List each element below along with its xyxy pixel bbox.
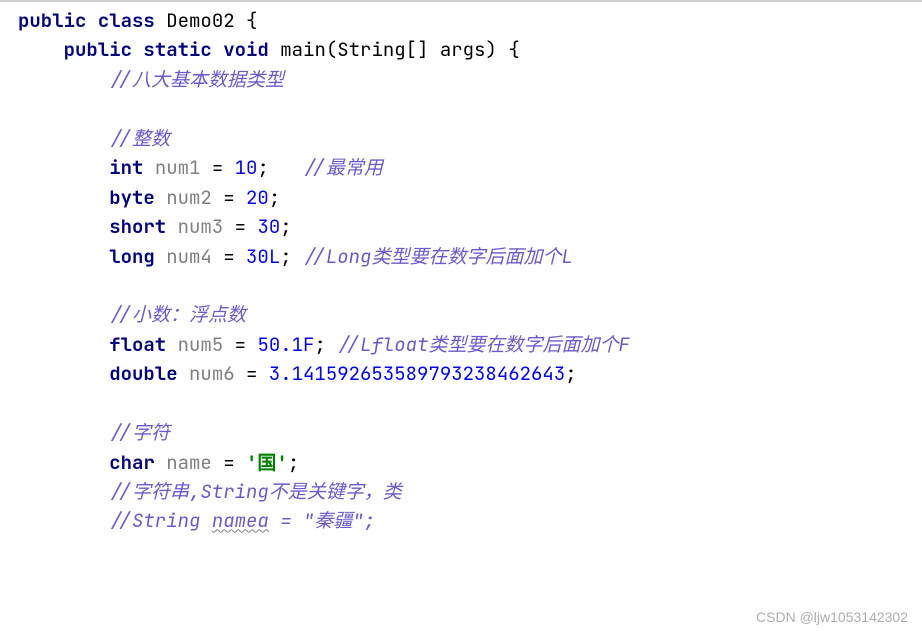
comment-float: //小数：浮点数 (109, 302, 246, 327)
method-params: (String[] args) { (326, 37, 520, 62)
keyword-static: static (143, 37, 211, 62)
comment-var-namea: namea (212, 508, 269, 533)
var-num5: num5 (178, 332, 224, 357)
keyword-int: int (109, 155, 143, 180)
keyword-public: public (64, 37, 132, 62)
comment-long: //Long类型要在数字后面加个L (303, 244, 573, 269)
var-num6: num6 (189, 361, 235, 386)
keyword-long: long (109, 244, 155, 269)
keyword-void: void (223, 37, 269, 62)
comment-datatypes: //八大基本数据类型 (109, 67, 284, 92)
comment-common: //最常用 (303, 155, 383, 180)
comment-string-decl: //String (109, 508, 212, 533)
literal-30l: 30L (246, 244, 280, 269)
keyword-byte: byte (109, 185, 155, 210)
comment-string-note: //字符串,String不是关键字，类 (109, 479, 402, 504)
literal-10: 10 (235, 155, 258, 180)
keyword-public: public (18, 8, 86, 33)
comment-integer: //整数 (109, 126, 170, 151)
var-num2: num2 (166, 185, 212, 210)
class-name: Demo02 (166, 8, 234, 33)
literal-20: 20 (246, 185, 269, 210)
keyword-double: double (109, 361, 177, 386)
comment-string-rest: = "秦疆"; (269, 508, 375, 533)
keyword-class: class (98, 8, 155, 33)
literal-30: 30 (257, 214, 280, 239)
keyword-float: float (109, 332, 166, 357)
code-editor[interactable]: public class Demo02 { public static void… (0, 2, 922, 536)
watermark: CSDN @ljw1053142302 (756, 609, 908, 625)
method-name: main (280, 37, 326, 62)
literal-50-1f: 50.1F (257, 332, 314, 357)
var-num1: num1 (155, 155, 201, 180)
var-num3: num3 (178, 214, 224, 239)
keyword-char: char (109, 450, 155, 475)
var-name: name (166, 450, 212, 475)
var-num4: num4 (166, 244, 212, 269)
keyword-short: short (109, 214, 166, 239)
literal-pi: 3.141592653589793238462643 (269, 361, 565, 386)
literal-guo: '国' (246, 450, 288, 475)
comment-char: //字符 (109, 420, 170, 445)
comment-lfloat: //Lfloat类型要在数字后面加个F (337, 332, 630, 357)
